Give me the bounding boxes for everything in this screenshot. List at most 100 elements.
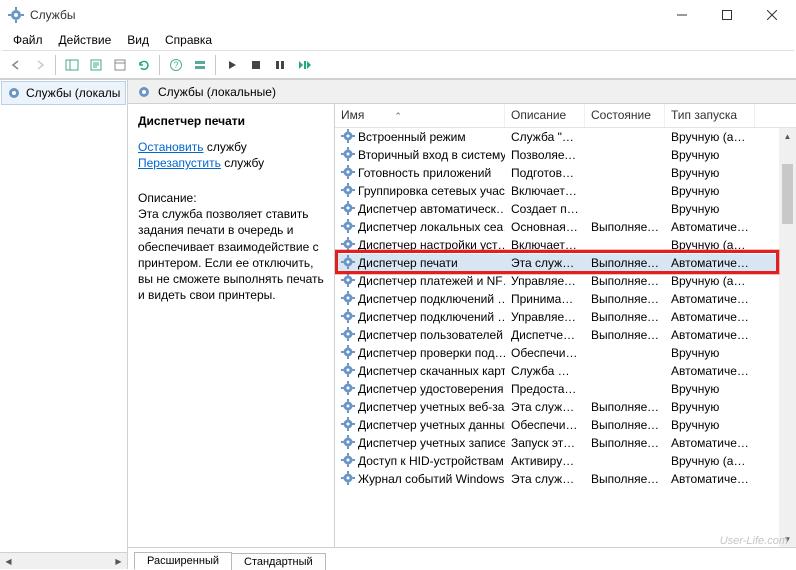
table-row[interactable]: Диспетчер скачанных картСлужба W…Автомат… (335, 362, 796, 380)
scroll-right-button[interactable]: ▶ (110, 553, 127, 569)
forward-button[interactable] (28, 53, 51, 76)
pause-button[interactable] (268, 53, 291, 76)
cell-desc: Подготовк… (505, 165, 585, 181)
gear-icon (341, 147, 355, 164)
stop-button[interactable] (244, 53, 267, 76)
table-row[interactable]: Диспетчер учетных веб-за…Эта служб…Выпол… (335, 398, 796, 416)
scroll-down-button[interactable]: ▼ (779, 531, 796, 547)
refresh-button[interactable] (132, 53, 155, 76)
restart-button[interactable] (292, 53, 315, 76)
show-hide-tree-button[interactable] (60, 53, 83, 76)
cell-state (585, 352, 665, 354)
gear-icon (341, 309, 355, 326)
table-row[interactable]: Вторичный вход в системуПозволяет … Вручн… (335, 146, 796, 164)
table-row[interactable]: Диспетчер автоматическ…Создает п…Вручную (335, 200, 796, 218)
cell-start: Вручную (665, 201, 755, 217)
table-row[interactable]: Диспетчер подключений …Принимае…Выполняе… (335, 290, 796, 308)
cell-state: Выполняется (585, 273, 665, 289)
scroll-left-button[interactable]: ◀ (0, 553, 17, 569)
col-start[interactable]: Тип запуска (665, 104, 755, 127)
separator (215, 55, 216, 75)
cell-desc: Позволяет … (505, 147, 585, 163)
table-row[interactable]: Доступ к HID-устройствамАктивируе…Вручну… (335, 452, 796, 470)
tab-standard[interactable]: Стандартный (231, 553, 326, 570)
services-icon (8, 7, 24, 23)
gear-icon (341, 183, 355, 200)
export-button[interactable] (84, 53, 107, 76)
service-list: Имя Описание Состояние Тип запуска Встро… (335, 104, 796, 547)
table-row[interactable]: Диспетчер локальных сеа…Основная …Выполн… (335, 218, 796, 236)
filter-button[interactable] (188, 53, 211, 76)
cell-start: Вручную (ак… (665, 453, 755, 469)
table-row[interactable]: Диспетчер подключений …Управляет…Выполня… (335, 308, 796, 326)
cell-state (585, 136, 665, 138)
vscroll-track[interactable] (779, 144, 796, 531)
cell-start: Вручную (665, 381, 755, 397)
restart-link[interactable]: Перезапустить (138, 156, 221, 170)
tab-extended[interactable]: Расширенный (134, 552, 232, 570)
cell-start: Вручную (665, 417, 755, 433)
table-row[interactable]: Встроенный режимСлужба "В…Вручную (ак… (335, 128, 796, 146)
table-row[interactable]: Готовность приложенийПодготовк…Вручную (335, 164, 796, 182)
col-state[interactable]: Состояние (585, 104, 665, 127)
cell-desc: Диспетчер… (505, 327, 585, 343)
table-row[interactable]: Диспетчер настройки уст…Включает …Вручну… (335, 236, 796, 254)
cell-name: Диспетчер локальных сеа… (335, 218, 505, 237)
table-row[interactable]: Диспетчер учетных данныхОбеспечи…Выполня… (335, 416, 796, 434)
gear-icon (341, 237, 355, 254)
scroll-track[interactable] (17, 553, 110, 569)
menu-view[interactable]: Вид (120, 31, 156, 49)
gear-icon (341, 453, 355, 470)
cell-name: Диспетчер скачанных карт (335, 362, 505, 381)
gear-icon (341, 471, 355, 488)
cell-state (585, 154, 665, 156)
titlebar: Службы (0, 0, 796, 30)
start-button[interactable] (220, 53, 243, 76)
gear-icon (341, 273, 355, 290)
cell-state (585, 370, 665, 372)
stop-link[interactable]: Остановить (138, 140, 204, 154)
gear-icon (341, 345, 355, 362)
back-button[interactable] (4, 53, 27, 76)
cell-start: Вручную (ак… (665, 273, 755, 289)
col-desc[interactable]: Описание (505, 104, 585, 127)
separator (55, 55, 56, 75)
table-row[interactable]: Журнал событий WindowsЭта служб…Выполняе… (335, 470, 796, 488)
gear-icon (341, 129, 355, 146)
cell-name: Вторичный вход в систему (335, 146, 505, 165)
col-name[interactable]: Имя (335, 104, 505, 127)
description-block: Описание: Эта служба позволяет ставить з… (138, 190, 324, 303)
table-row[interactable]: Диспетчер удостоверения …Предостав…Вручн… (335, 380, 796, 398)
vscroll[interactable]: ▲ ▼ (779, 128, 796, 547)
properties-button[interactable] (108, 53, 131, 76)
cell-state: Выполняется (585, 291, 665, 307)
cell-desc: Основная … (505, 219, 585, 235)
table-row[interactable]: Диспетчер печатиЭта служб…ВыполняетсяАвт… (335, 254, 796, 272)
table-row[interactable]: Диспетчер пользователейДиспетчер…Выполня… (335, 326, 796, 344)
cell-desc: Служба W… (505, 363, 585, 379)
cell-desc: Включает … (505, 183, 585, 199)
maximize-button[interactable] (704, 1, 749, 30)
table-row[interactable]: Диспетчер проверки под…Обеспечи…Вручную (335, 344, 796, 362)
menu-help[interactable]: Справка (158, 31, 219, 49)
menu-action[interactable]: Действие (52, 31, 119, 49)
table-row[interactable]: Группировка сетевых учас…Включает …Вручн… (335, 182, 796, 200)
menubar: Файл Действие Вид Справка (0, 30, 796, 50)
gear-icon (341, 255, 355, 272)
vscroll-thumb[interactable] (782, 164, 793, 224)
table-row[interactable]: Диспетчер платежей и NF…Управляет…Выполн… (335, 272, 796, 290)
cell-start: Вручную (665, 183, 755, 199)
cell-start: Вручную (665, 147, 755, 163)
help-button[interactable]: ? (164, 53, 187, 76)
cell-start: Автоматиче… (665, 327, 755, 343)
gear-icon (341, 219, 355, 236)
minimize-button[interactable] (659, 1, 704, 30)
menu-file[interactable]: Файл (6, 31, 50, 49)
scroll-up-button[interactable]: ▲ (779, 128, 796, 144)
description-label: Описание: (138, 190, 324, 206)
table-row[interactable]: Диспетчер учетных записе…Запуск это…Выпо… (335, 434, 796, 452)
cell-desc: Управляет… (505, 273, 585, 289)
tree-hscroll[interactable]: ◀ ▶ (0, 552, 127, 569)
close-button[interactable] (749, 1, 794, 30)
tree-root[interactable]: Службы (локалы (1, 81, 126, 105)
